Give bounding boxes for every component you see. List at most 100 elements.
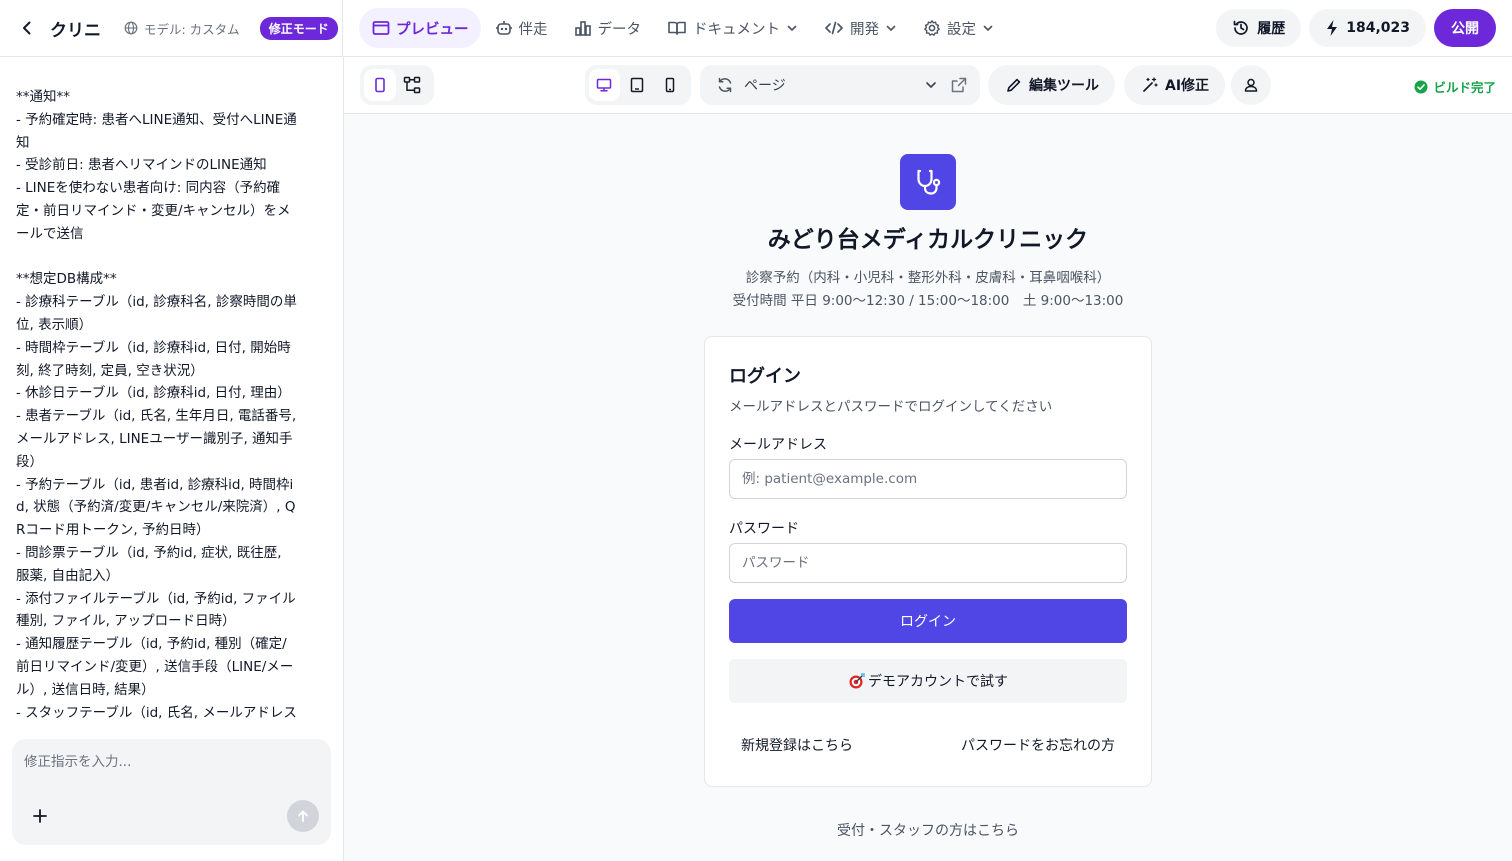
main-nav: プレビュー 伴走 データ ドキュメント 開発 設定 [359, 0, 1008, 57]
chat-line: - 休診日テーブル（id, 診療科id, 日付, 理由） [16, 385, 291, 402]
chevron-left-icon [23, 21, 31, 35]
credits-button[interactable]: 184,023 [1309, 9, 1426, 47]
arrow-up-icon [298, 810, 308, 822]
forgot-password-link[interactable]: パスワードをお忘れの方 [961, 735, 1115, 755]
history-icon [1232, 19, 1250, 37]
tab-label: 開発 [850, 21, 879, 38]
email-label: メールアドレス [729, 437, 827, 453]
staff-login-link-row: 受付・スタッフの方はこちら [344, 820, 1512, 840]
sitemap-icon [403, 76, 421, 94]
tab-label: 設定 [947, 21, 976, 38]
chat-line: - 患者テーブル（id, 氏名, 生年月日, 電話番号, メールアドレス, LI… [16, 408, 297, 470]
stethoscope-icon [917, 169, 941, 195]
login-description: メールアドレスとパスワードでログインしてください [729, 399, 1053, 415]
login-title: ログイン [729, 366, 801, 387]
clinic-subtitle: 診察予約（内科・小児科・整形外科・皮膚科・耳鼻咽喉科） 受付時間 平日 9:00… [344, 267, 1512, 313]
view-mode-toggle [360, 65, 434, 105]
send-button[interactable] [287, 800, 319, 832]
desktop-icon [597, 78, 612, 92]
tablet-icon [630, 77, 644, 93]
password-label: パスワード [729, 521, 799, 537]
mobile-icon [665, 77, 674, 93]
chat-message: **通知** - 予約確定時: 患者へLINE通知、受付へLINE通知 - 受診… [16, 86, 298, 726]
back-button[interactable] [16, 17, 38, 39]
history-button[interactable]: 履歴 [1216, 9, 1302, 47]
edit-tool-label: 編集ツール [1029, 78, 1099, 94]
chat-line [16, 246, 298, 269]
mobile-view-button[interactable] [654, 69, 685, 101]
tab-companion[interactable]: 伴走 [483, 8, 560, 48]
mobile-frame-icon [375, 77, 385, 93]
demo-account-label: デモアカウントで試す [868, 674, 1008, 690]
edit-tool-button[interactable]: 編集ツール [988, 65, 1115, 105]
project-header: クリニック予約システム モデル: カスタム 修正モード [0, 0, 343, 57]
login-button[interactable]: ログイン [729, 599, 1127, 643]
top-header: クリニック予約システム モデル: カスタム 修正モード プレビュー 伴走 デ [0, 0, 1512, 57]
chevron-down-icon [786, 22, 798, 34]
chevron-down-icon[interactable] [924, 78, 938, 92]
preview-toolbar: ページ 編集ツール AI修正 ビルド完了 [344, 57, 1512, 114]
tab-preview[interactable]: プレビュー [359, 8, 481, 48]
check-circle-icon [1414, 80, 1428, 94]
tab-label: プレビュー [396, 21, 469, 38]
user-view-button[interactable] [1231, 65, 1271, 105]
history-label: 履歴 [1257, 21, 1286, 37]
credits-count: 184,023 [1346, 20, 1410, 36]
chat-line: - 診療科テーブル（id, 診療科名, 診察時間の単位, 表示順） [16, 294, 297, 333]
chat-line: - 時間枠テーブル（id, 診療科id, 日付, 開始時刻, 終了時刻, 定員,… [16, 339, 291, 379]
chat-line: - スタッフテーブル（id, 氏名, メールアドレス [16, 704, 297, 721]
page-selector[interactable]: ページ [700, 65, 980, 105]
preview-icon [372, 20, 390, 36]
build-status: ビルド完了 [1414, 77, 1496, 96]
chat-line: - 添付ファイルテーブル（id, 予約id, ファイル種別, ファイル, アップ… [16, 590, 296, 630]
chat-composer [12, 739, 331, 845]
plus-icon [33, 809, 47, 823]
chat-line: - 予約確定時: 患者へLINE通知、受付へLINE通知 [16, 111, 297, 151]
attach-button[interactable] [29, 805, 51, 827]
tab-develop[interactable]: 開発 [812, 8, 909, 48]
password-field[interactable] [729, 543, 1127, 583]
clinic-name: みどり台メディカルクリニック [767, 227, 1089, 253]
refresh-icon[interactable] [716, 76, 734, 94]
page-view-button[interactable] [364, 69, 396, 101]
staff-login-link[interactable]: 受付・スタッフの方はこちら [837, 823, 1019, 839]
book-icon [667, 20, 687, 36]
register-link[interactable]: 新規登録はこちら [741, 735, 853, 755]
clinic-hours: 受付時間 平日 9:00〜12:30 / 15:00〜18:00 土 9:00〜… [732, 293, 1124, 309]
chat-input[interactable] [24, 749, 319, 775]
pencil-icon [1006, 77, 1022, 93]
device-toggle [585, 65, 691, 105]
email-field[interactable] [729, 459, 1127, 499]
chat-line: - 受診前日: 患者へリマインドのLINE通知 [16, 157, 267, 174]
code-icon [824, 20, 844, 36]
chat-line: - 通知履歴テーブル（id, 予約id, 種別（確定/前日リマインド/変更）, … [16, 636, 294, 698]
chat-line: **想定DB構成** [16, 271, 117, 288]
tab-settings[interactable]: 設定 [911, 8, 1006, 48]
robot-icon [495, 19, 513, 37]
publish-button[interactable]: 公開 [1434, 9, 1496, 47]
chat-panel: **通知** - 予約確定時: 患者へLINE通知、受付へLINE通知 - 受診… [0, 57, 344, 861]
sitemap-view-button[interactable] [396, 69, 428, 101]
magic-wand-icon [1142, 77, 1158, 93]
tab-label: データ [597, 21, 642, 38]
target-icon [848, 672, 866, 690]
user-icon [1244, 78, 1258, 92]
preview-canvas: みどり台メディカルクリニック 診察予約（内科・小児科・整形外科・皮膚科・耳鼻咽喉… [344, 114, 1512, 861]
tab-data[interactable]: データ [562, 8, 654, 48]
tab-documents[interactable]: ドキュメント [655, 8, 810, 48]
desktop-view-button[interactable] [589, 69, 620, 101]
external-link-icon[interactable] [950, 76, 968, 94]
chat-line: - 問診票テーブル（id, 予約id, 症状, 既往歴, 服薬, 自由記入） [16, 544, 286, 584]
clinic-departments: 診察予約（内科・小児科・整形外科・皮膚科・耳鼻咽喉科） [745, 270, 1111, 286]
ai-fix-button[interactable]: AI修正 [1124, 65, 1226, 105]
build-status-label: ビルド完了 [1433, 80, 1496, 95]
login-card: ログイン メールアドレスとパスワードでログインしてください メールアドレス パス… [704, 336, 1152, 787]
header-actions: 履歴 184,023 公開 [1208, 9, 1512, 47]
chat-line: - 予約テーブル（id, 患者id, 診療科id, 時間枠id, 状態（予約済/… [16, 476, 296, 539]
project-title: クリニック予約システム [50, 20, 104, 41]
page-select-value: ページ [744, 78, 786, 94]
chevron-down-icon [885, 22, 897, 34]
demo-account-button[interactable]: デモアカウントで試す [729, 659, 1127, 703]
tablet-view-button[interactable] [622, 69, 653, 101]
model-selector[interactable]: モデル: カスタム [124, 19, 240, 38]
